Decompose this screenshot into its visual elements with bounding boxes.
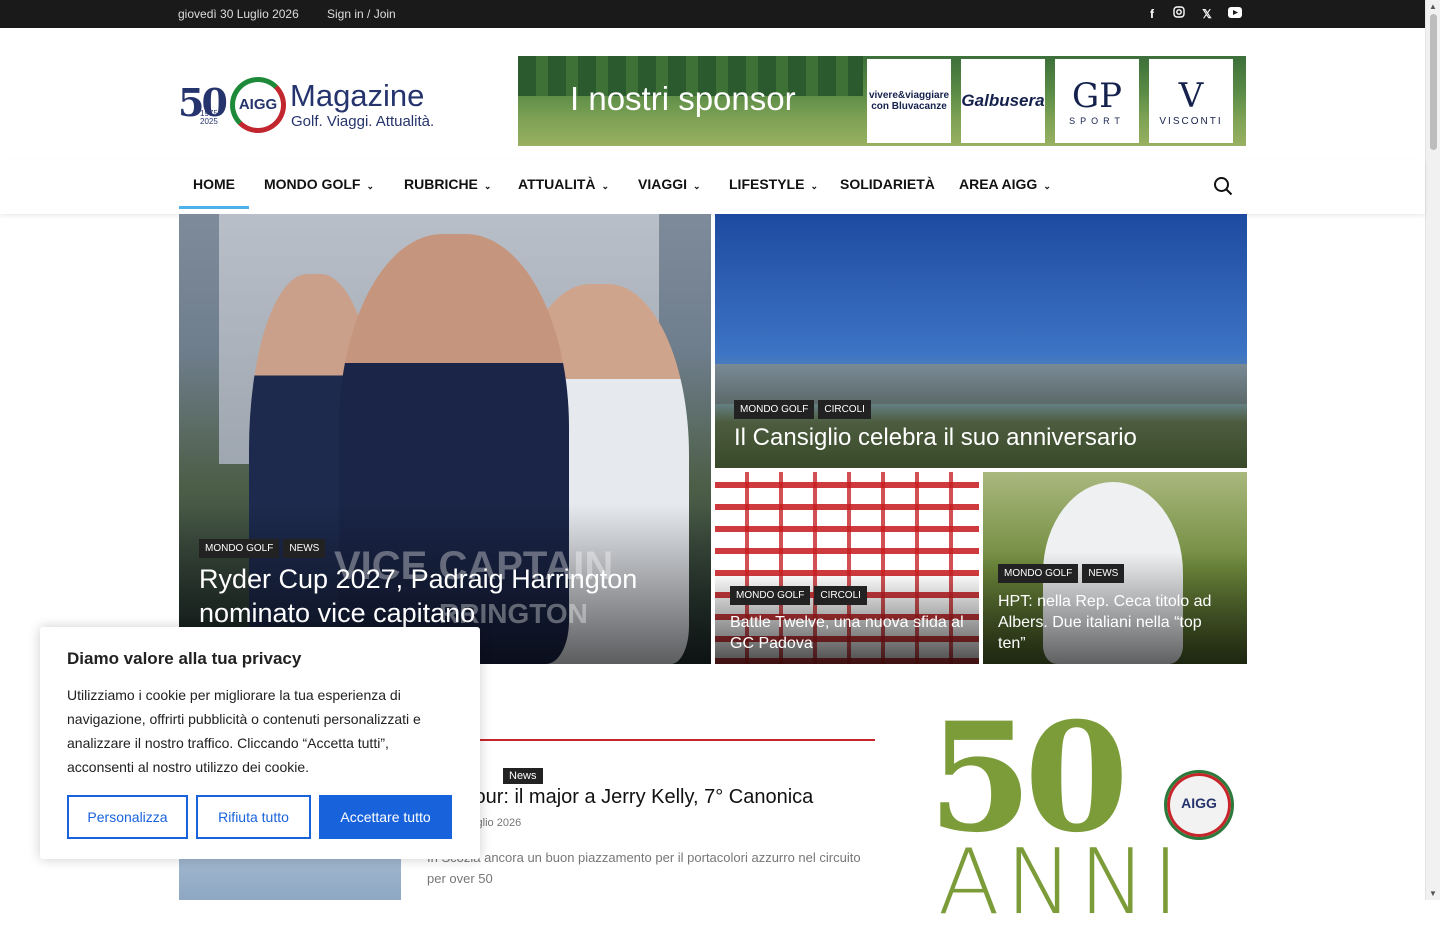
nav-area-aigg[interactable]: AREA AIGG ⌄	[959, 176, 1051, 192]
category-mondo-golf[interactable]: MONDO GOLF	[734, 400, 815, 419]
post-category-news[interactable]: News	[503, 768, 543, 784]
hero-bottom-right-title[interactable]: HPT: nella Rep. Ceca titolo ad Albers. D…	[998, 591, 1228, 654]
section-divider	[427, 739, 875, 741]
category-circoli[interactable]: CIRCOLI	[818, 400, 871, 419]
logo-tagline: Golf. Viaggi. Attualità.	[291, 113, 435, 130]
nav-attualita[interactable]: ATTUALITÀ ⌄	[518, 176, 609, 192]
aigg-badge-icon: AIGG	[1164, 770, 1234, 840]
category-tags: MONDO GOLF NEWS	[998, 564, 1125, 583]
category-news[interactable]: NEWS	[283, 539, 326, 558]
page-scrollbar[interactable]: ▲ ▼	[1425, 0, 1440, 900]
hero-bottom-left-title[interactable]: Battle Twelve, una nuova sfida al GC Pad…	[730, 612, 970, 654]
chevron-down-icon: ⌄	[1043, 181, 1051, 191]
nav-active-indicator	[179, 206, 249, 209]
aigg-50-anni-ad[interactable]: 50 ANNI AIGG	[918, 690, 1238, 935]
ad-word: ANNI	[938, 830, 1185, 935]
scroll-down-icon[interactable]: ▼	[1429, 889, 1437, 898]
chevron-down-icon: ⌄	[483, 181, 492, 191]
search-icon[interactable]	[1213, 176, 1233, 196]
hero-top-right-title[interactable]: Il Cansiglio celebra il suo anniversario	[734, 424, 1137, 452]
nav-rubriche[interactable]: RUBRICHE ⌄	[404, 176, 491, 192]
hero-bottom-right-article[interactable]: MONDO GOLF NEWS HPT: nella Rep. Ceca tit…	[983, 472, 1247, 664]
current-date: giovedì 30 Luglio 2026	[178, 7, 299, 21]
banner-title: I nostri sponsor	[570, 80, 796, 117]
category-tags: MONDO GOLF CIRCOLI	[730, 586, 867, 605]
category-circoli[interactable]: CIRCOLI	[814, 586, 867, 605]
category-news[interactable]: NEWS	[1082, 564, 1125, 583]
facebook-icon[interactable]: f	[1144, 6, 1160, 22]
reject-all-button[interactable]: Rifiuta tutto	[196, 795, 311, 839]
hero-main-title[interactable]: Ryder Cup 2027, Padraig Harrington nomin…	[199, 562, 679, 630]
post-excerpt: In Scozia ancora un buon piazzamento per…	[427, 850, 861, 886]
category-mondo-golf[interactable]: MONDO GOLF	[730, 586, 811, 605]
instagram-icon[interactable]	[1171, 6, 1187, 22]
category-mondo-golf[interactable]: MONDO GOLF	[199, 539, 280, 558]
sponsor-bluvacanze[interactable]: vivere&viaggiare con Bluvacanze	[867, 59, 951, 143]
cookie-consent-dialog: Diamo valore alla tua privacy Utilizziam…	[40, 627, 480, 859]
youtube-icon[interactable]	[1227, 6, 1243, 22]
main-navigation: HOME MONDO GOLF ⌄ RUBRICHE ⌄ ATTUALITÀ ⌄ VI…	[0, 160, 1425, 214]
category-mondo-golf[interactable]: MONDO GOLF	[998, 564, 1079, 583]
hero-main-article[interactable]: VICE CAPTAIN RRINGTON MONDO GOLF NEWS Ry…	[179, 214, 711, 664]
sponsor-gp-sport[interactable]: GP SPORT	[1055, 59, 1139, 143]
scroll-up-icon[interactable]: ▲	[1429, 2, 1437, 11]
scrollbar-thumb[interactable]	[1430, 14, 1437, 150]
cookie-text: Utilizziamo i cookie per migliorare la t…	[67, 687, 421, 775]
top-bar: giovedì 30 Luglio 2026 Sign in / Join f …	[0, 0, 1425, 28]
chevron-down-icon: ⌄	[810, 181, 818, 191]
mountains-image	[715, 364, 1247, 404]
sponsor-visconti[interactable]: V VISCONTI	[1149, 59, 1233, 143]
chevron-down-icon: ⌄	[366, 181, 374, 191]
sponsor-galbusera[interactable]: Galbusera	[961, 59, 1045, 143]
nav-home[interactable]: HOME	[193, 176, 235, 192]
nav-viaggi[interactable]: VIAGGI ⌄	[638, 176, 701, 192]
site-logo[interactable]: 50 1975 2025 AIGG Magazine Golf. Viaggi. …	[178, 76, 463, 134]
chevron-down-icon: ⌄	[601, 181, 610, 191]
accept-all-button[interactable]: Accettare tutto	[319, 795, 452, 839]
logo-years: 1975 2025	[200, 109, 218, 126]
x-icon[interactable]: 𝕏	[1199, 6, 1215, 22]
cookie-title: Diamo valore alla tua privacy	[67, 649, 302, 668]
category-tags: MONDO GOLF CIRCOLI	[734, 400, 871, 419]
nav-lifestyle[interactable]: LIFESTYLE ⌄	[729, 176, 818, 192]
sign-in-link[interactable]: Sign in / Join	[327, 7, 396, 21]
aigg-logo-icon: AIGG	[230, 77, 286, 133]
hero-bottom-left-article[interactable]: MONDO GOLF CIRCOLI Battle Twelve, una nu…	[715, 472, 979, 664]
hero-top-right-article[interactable]: MONDO GOLF CIRCOLI Il Cansiglio celebra …	[715, 214, 1247, 468]
customize-button[interactable]: Personalizza	[67, 795, 188, 839]
chevron-down-icon: ⌄	[693, 181, 701, 191]
sponsor-banner[interactable]: I nostri sponsor vivere&viaggiare con Bl…	[518, 56, 1246, 146]
post-title[interactable]: nds Tour: il major a Jerry Kelly, 7° Can…	[427, 786, 813, 809]
nav-mondo-golf[interactable]: MONDO GOLF ⌄	[264, 176, 374, 192]
logo-name: Magazine	[290, 78, 425, 113]
category-tags: MONDO GOLF NEWS	[199, 539, 326, 558]
nav-solidarieta[interactable]: SOLIDARIETÀ	[840, 176, 935, 192]
